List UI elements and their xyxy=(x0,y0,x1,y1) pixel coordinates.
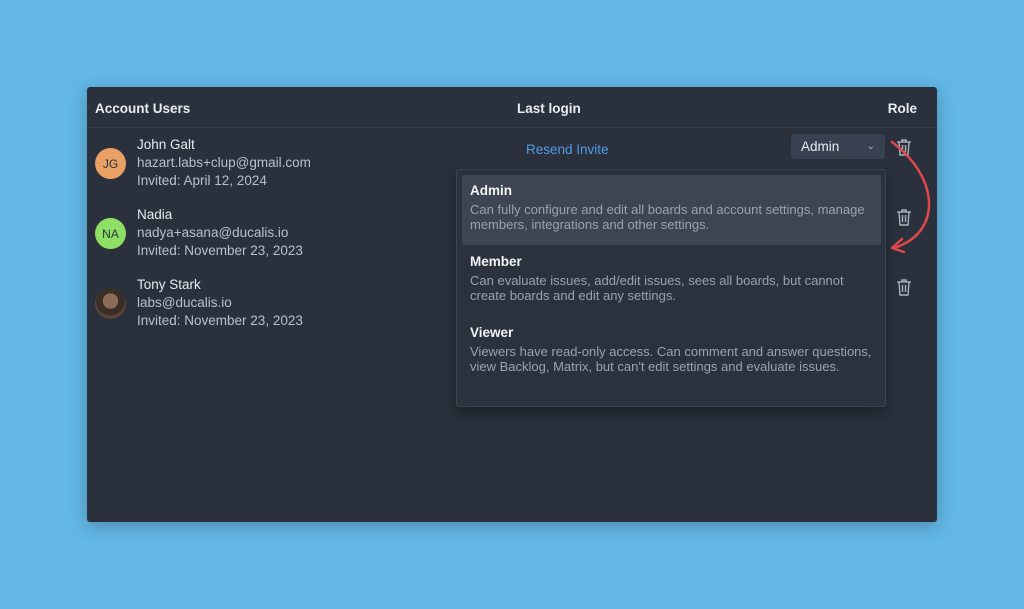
user-email: nadya+asana@ducalis.io xyxy=(137,225,289,240)
chevron-down-icon: ⌄ xyxy=(866,141,875,152)
annotation-arrow-icon xyxy=(890,140,931,254)
user-info: Tony Stark labs@ducalis.io Invited: Nove… xyxy=(137,276,303,330)
user-invited-date: Invited: November 23, 2023 xyxy=(137,313,303,328)
role-option-description: Can fully configure and edit all boards … xyxy=(470,202,865,232)
avatar: JG xyxy=(95,148,126,179)
header-account-users: Account Users xyxy=(95,101,191,116)
user-email: hazart.labs+clup@gmail.com xyxy=(137,155,311,170)
role-option-admin[interactable]: Admin Can fully configure and edit all b… xyxy=(462,175,881,245)
role-option-member[interactable]: Member Can evaluate issues, add/edit iss… xyxy=(462,246,881,316)
table-header: Account Users Last login Role xyxy=(87,87,937,128)
role-select-value: Admin xyxy=(801,139,840,154)
user-name: Nadia xyxy=(137,207,173,222)
trash-icon[interactable] xyxy=(896,278,912,296)
header-role: Role xyxy=(887,101,917,116)
role-option-title: Viewer xyxy=(470,325,514,340)
user-invited-date: Invited: April 12, 2024 xyxy=(137,173,267,188)
role-option-viewer[interactable]: Viewer Viewers have read-only access. Ca… xyxy=(462,317,881,401)
role-select[interactable]: Admin ⌄ xyxy=(791,134,885,159)
user-info: John Galt hazart.labs+clup@gmail.com Inv… xyxy=(137,136,311,190)
user-info: Nadia nadya+asana@ducalis.io Invited: No… xyxy=(137,206,303,260)
role-option-description: Viewers have read-only access. Can comme… xyxy=(470,344,872,374)
header-last-login: Last login xyxy=(517,101,581,116)
user-invited-date: Invited: November 23, 2023 xyxy=(137,243,303,258)
resend-invite-link[interactable]: Resend Invite xyxy=(526,142,609,157)
avatar: NA xyxy=(95,218,126,249)
user-name: Tony Stark xyxy=(137,277,201,292)
role-option-description: Can evaluate issues, add/edit issues, se… xyxy=(470,273,844,303)
user-email: labs@ducalis.io xyxy=(137,295,232,310)
role-option-title: Member xyxy=(470,254,522,269)
avatar-photo xyxy=(95,288,126,319)
user-name: John Galt xyxy=(137,137,195,152)
role-dropdown-menu: Admin Can fully configure and edit all b… xyxy=(456,169,886,407)
role-option-title: Admin xyxy=(470,183,512,198)
